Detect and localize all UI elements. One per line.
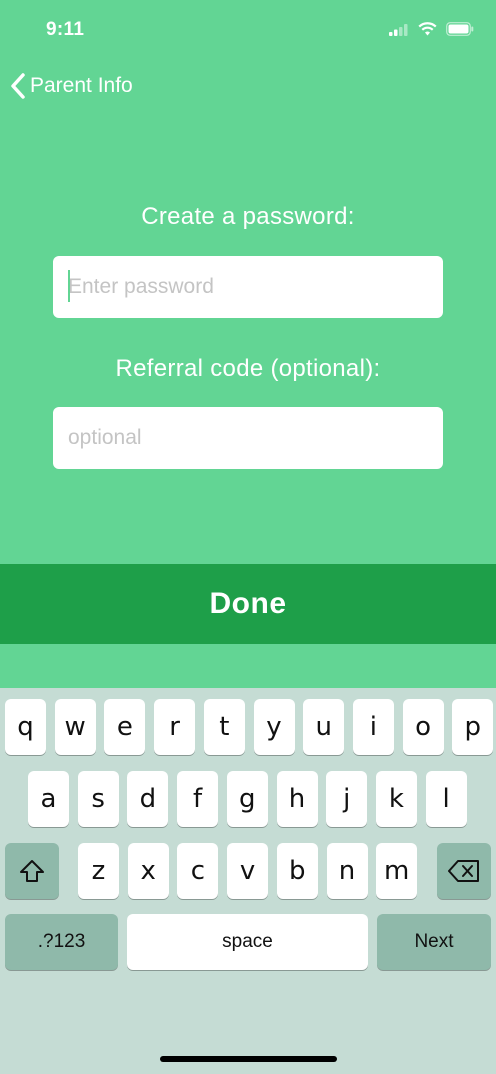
key-v[interactable]: v (227, 843, 269, 899)
key-c[interactable]: c (177, 843, 219, 899)
key-w[interactable]: w (54, 699, 96, 755)
key-o[interactable]: o (402, 699, 444, 755)
key-j[interactable]: j (326, 771, 368, 827)
signal-icon (389, 23, 408, 36)
key-n[interactable]: n (326, 843, 368, 899)
next-key[interactable]: Next (377, 914, 491, 970)
key-u[interactable]: u (303, 699, 345, 755)
key-g[interactable]: g (226, 771, 268, 827)
status-icons (389, 22, 474, 36)
text-cursor (68, 270, 70, 302)
status-time: 9:11 (46, 19, 85, 40)
key-p[interactable]: p (452, 699, 494, 755)
key-l[interactable]: l (425, 771, 467, 827)
key-t[interactable]: t (203, 699, 245, 755)
shift-key[interactable] (5, 843, 59, 899)
back-label: Parent Info (30, 74, 133, 97)
key-r[interactable]: r (154, 699, 196, 755)
back-button[interactable]: Parent Info (10, 72, 133, 100)
space-key[interactable]: space (127, 914, 368, 970)
key-s[interactable]: s (77, 771, 119, 827)
key-a[interactable]: a (28, 771, 69, 827)
key-b[interactable]: b (276, 843, 318, 899)
chevron-left-icon (11, 73, 25, 99)
delete-key[interactable] (437, 843, 491, 899)
battery-icon (446, 22, 474, 36)
key-f[interactable]: f (177, 771, 219, 827)
key-m[interactable]: m (376, 843, 418, 899)
referral-label: Referral code (optional): (115, 355, 381, 382)
keyboard: qwertyuiop asdfghjkl zxcvbnm .?123 space… (0, 688, 496, 1074)
password-label: Create a password: (141, 203, 355, 230)
referral-input[interactable] (53, 407, 443, 469)
key-i[interactable]: i (352, 699, 394, 755)
done-button[interactable]: Done (0, 564, 496, 644)
key-d[interactable]: d (127, 771, 169, 827)
key-q[interactable]: q (5, 699, 46, 755)
home-indicator (160, 1056, 337, 1062)
status-bar: 9:11 (0, 0, 496, 60)
password-input[interactable] (53, 256, 443, 318)
key-z[interactable]: z (78, 843, 119, 899)
key-h[interactable]: h (276, 771, 318, 827)
shift-icon (20, 860, 44, 882)
wifi-icon (418, 22, 437, 36)
key-k[interactable]: k (375, 771, 417, 827)
key-x[interactable]: x (127, 843, 169, 899)
key-e[interactable]: e (104, 699, 146, 755)
numbers-key[interactable]: .?123 (5, 914, 118, 970)
delete-icon (448, 860, 479, 882)
key-y[interactable]: y (253, 699, 295, 755)
